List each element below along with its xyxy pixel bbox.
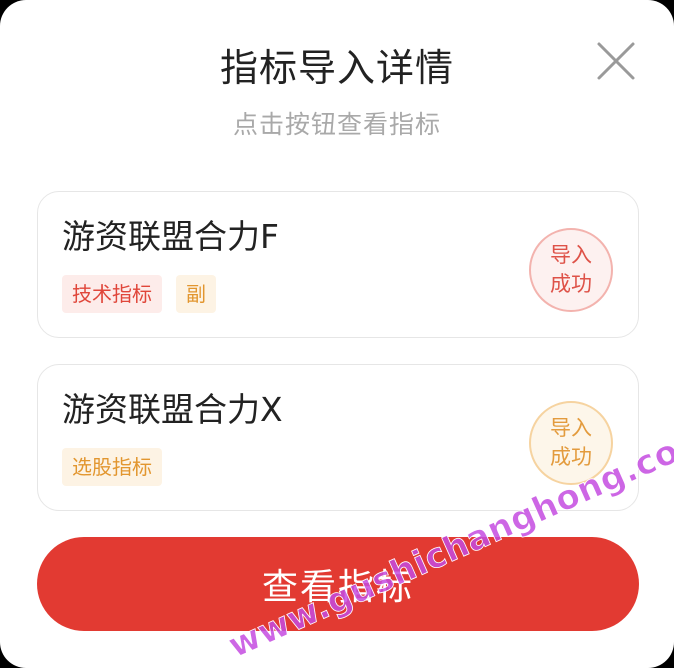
indicator-card: 游资联盟合力F 技术指标 副 导入 成功 — [37, 191, 639, 338]
indicator-name: 游资联盟合力F — [62, 217, 279, 256]
dialog-subtitle: 点击按钮查看指标 — [232, 110, 441, 139]
import-details-dialog: 指标导入详情 点击按钮查看指标 游资联盟合力F 技术指标 副 导入 成功 游资联… — [0, 0, 674, 668]
indicator-card: 游资联盟合力X 选股指标 导入 成功 — [37, 364, 639, 511]
view-indicators-button[interactable]: 查看指标 — [37, 537, 639, 631]
tag-sub-chart: 副 — [176, 275, 216, 313]
import-success-stamp: 导入 成功 — [529, 228, 613, 312]
tag-technical-indicator: 技术指标 — [62, 275, 162, 313]
stamp-line-1: 导入 — [550, 243, 592, 267]
indicator-name: 游资联盟合力X — [62, 390, 283, 429]
stamp-line-1: 导入 — [550, 416, 592, 440]
dialog-title: 指标导入详情 — [219, 46, 454, 90]
stamp-line-2: 成功 — [550, 272, 592, 296]
import-success-stamp: 导入 成功 — [529, 401, 613, 485]
stamp-line-2: 成功 — [550, 445, 592, 469]
tag-stock-screening-indicator: 选股指标 — [62, 448, 162, 486]
tag-list: 选股指标 — [62, 448, 162, 486]
tag-list: 技术指标 副 — [62, 275, 216, 313]
